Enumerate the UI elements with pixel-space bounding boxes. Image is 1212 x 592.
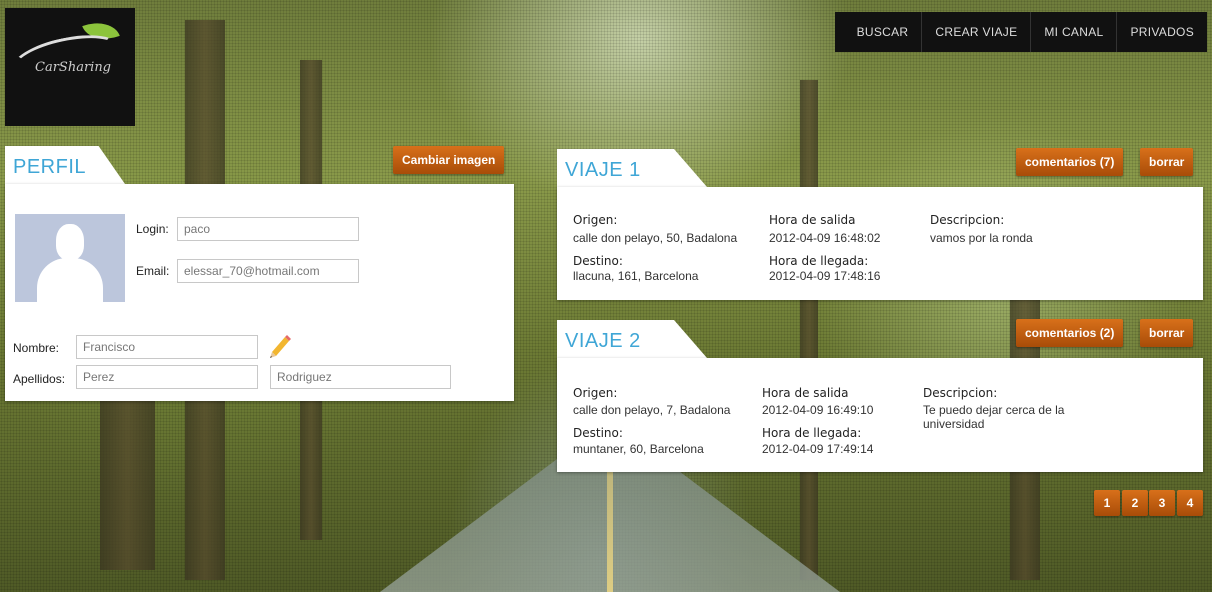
borrar-button[interactable]: borrar: [1140, 319, 1194, 347]
nav-buscar[interactable]: BUSCAR: [835, 12, 922, 52]
viaje-2-tab: VIAJE 2: [557, 320, 707, 358]
comentarios-button[interactable]: comentarios (2): [1016, 319, 1124, 347]
login-input[interactable]: [177, 217, 359, 241]
descripcion-label: Descripcion:: [930, 213, 1005, 227]
nav-crear-viaje[interactable]: CREAR VIAJE: [921, 12, 1030, 52]
descripcion-value: Te puedo dejar cerca de la universidad: [923, 403, 1065, 431]
top-nav: BUSCAR CREAR VIAJE MI CANAL PRIVADOS: [834, 12, 1207, 52]
viaje-1-tab: VIAJE 1: [557, 149, 707, 187]
viaje-2-panel: Origen: calle don pelayo, 7, Badalona De…: [557, 358, 1203, 472]
nombre-input[interactable]: [76, 335, 258, 359]
viaje-1-panel: Origen: calle don pelayo, 50, Badalona D…: [557, 187, 1203, 300]
nav-privados[interactable]: PRIVADOS: [1116, 12, 1207, 52]
cambiar-imagen-button[interactable]: Cambiar imagen: [393, 146, 505, 174]
page-2-button[interactable]: 2: [1122, 490, 1148, 516]
origen-label: Origen:: [573, 386, 618, 400]
destino-value: muntaner, 60, Barcelona: [573, 442, 704, 456]
page-3-button[interactable]: 3: [1149, 490, 1175, 516]
email-label: Email:: [136, 264, 170, 278]
logo-text: CarSharing: [35, 60, 112, 75]
nav-mi-canal[interactable]: MI CANAL: [1030, 12, 1116, 52]
origen-value: calle don pelayo, 7, Badalona: [573, 403, 731, 417]
email-input[interactable]: [177, 259, 359, 283]
apellido1-input[interactable]: [76, 365, 258, 389]
borrar-button[interactable]: borrar: [1140, 148, 1194, 176]
llegada-label: Hora de llegada:: [769, 254, 869, 268]
avatar: [15, 214, 125, 302]
llegada-value: 2012-04-09 17:48:16: [769, 269, 881, 283]
destino-label: Destino:: [573, 254, 623, 268]
llegada-value: 2012-04-09 17:49:14: [762, 442, 874, 456]
llegada-label: Hora de llegada:: [762, 426, 862, 440]
salida-label: Hora de salida: [762, 386, 849, 400]
salida-value: 2012-04-09 16:49:10: [762, 403, 874, 417]
descripcion-value: vamos por la ronda: [930, 231, 1033, 245]
destino-value: llacuna, 161, Barcelona: [573, 269, 699, 283]
perfil-tab: PERFIL: [5, 146, 125, 184]
comentarios-button[interactable]: comentarios (7): [1016, 148, 1124, 176]
swoosh-icon: [8, 27, 124, 89]
origen-label: Origen:: [573, 213, 618, 227]
salida-value: 2012-04-09 16:48:02: [769, 231, 881, 245]
destino-label: Destino:: [573, 426, 623, 440]
tree-trunk: [800, 80, 818, 580]
tree-trunk: [100, 380, 155, 570]
origen-value: calle don pelayo, 50, Badalona: [573, 231, 738, 245]
perfil-panel: Login: Email: Nombre: Apellidos:: [5, 184, 514, 401]
avatar-body: [37, 258, 103, 302]
page-1-button[interactable]: 1: [1094, 490, 1120, 516]
logo[interactable]: CarSharing: [5, 8, 135, 126]
login-label: Login:: [136, 222, 169, 236]
pencil-icon[interactable]: [266, 332, 292, 358]
nombre-label: Nombre:: [13, 341, 60, 355]
avatar-head: [56, 224, 84, 260]
salida-label: Hora de salida: [769, 213, 856, 227]
descripcion-label: Descripcion:: [923, 386, 998, 400]
apellido2-input[interactable]: [270, 365, 451, 389]
page-4-button[interactable]: 4: [1177, 490, 1203, 516]
apellidos-label: Apellidos:: [13, 372, 66, 386]
